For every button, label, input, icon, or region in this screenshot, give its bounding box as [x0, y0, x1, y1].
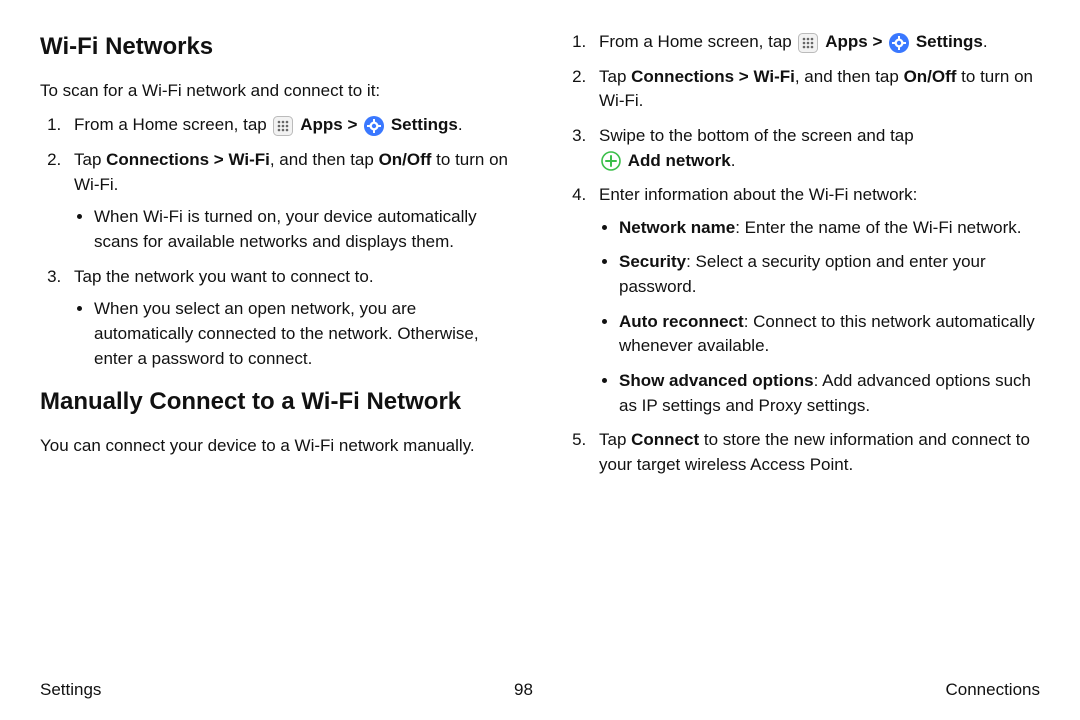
step-3: Swipe to the bottom of the screen and ta… — [591, 124, 1040, 173]
apps-icon — [273, 116, 293, 136]
bullet: Security: Select a security option and e… — [619, 250, 1040, 299]
add-icon — [601, 151, 621, 171]
text: . — [458, 115, 463, 134]
text: Tap — [74, 150, 106, 169]
text: . — [731, 151, 736, 170]
step-1: From a Home screen, tap Apps > Settings. — [66, 113, 515, 138]
left-column: Wi-Fi Networks To scan for a Wi-Fi netwo… — [40, 30, 515, 670]
heading-wifi-networks: Wi-Fi Networks — [40, 30, 515, 65]
apps-label: Apps — [825, 32, 868, 51]
step-5: Tap Connect to store the new information… — [591, 428, 1040, 477]
right-column: From a Home screen, tap Apps > Settings.… — [565, 30, 1040, 670]
separator: > — [872, 32, 887, 51]
bullet: Auto reconnect: Connect to this network … — [619, 310, 1040, 359]
text: Show advanced options — [619, 371, 814, 390]
text: Enter information about the Wi-Fi networ… — [599, 185, 917, 204]
text: Tap the network you want to connect to. — [74, 267, 374, 286]
steps-list: From a Home screen, tap Apps > Settings.… — [40, 113, 515, 371]
intro-text-2: You can connect your device to a Wi-Fi n… — [40, 434, 515, 459]
footer-left: Settings — [40, 680, 101, 700]
text: : Enter the name of the Wi-Fi network. — [735, 218, 1021, 237]
step-1: From a Home screen, tap Apps > Settings. — [591, 30, 1040, 55]
text: , and then tap — [795, 67, 904, 86]
footer: Settings 98 Connections — [40, 670, 1040, 700]
page-number: 98 — [514, 680, 533, 700]
text: Connections > Wi-Fi — [631, 67, 795, 86]
text: Security — [619, 252, 686, 271]
bullet: Network name: Enter the name of the Wi-F… — [619, 216, 1040, 241]
intro-text: To scan for a Wi-Fi network and connect … — [40, 79, 515, 104]
heading-manual-connect: Manually Connect to a Wi-Fi Network — [40, 385, 515, 420]
settings-label: Settings — [391, 115, 458, 134]
step-3: Tap the network you want to connect to. … — [66, 265, 515, 372]
text: Tap — [599, 67, 631, 86]
text: Auto reconnect — [619, 312, 744, 331]
steps-list-2: From a Home screen, tap Apps > Settings.… — [565, 30, 1040, 478]
text: From a Home screen, tap — [74, 115, 271, 134]
separator: > — [347, 115, 362, 134]
text: Connect — [631, 430, 699, 449]
bullet: When Wi-Fi is turned on, your device aut… — [94, 205, 515, 254]
step-4: Enter information about the Wi-Fi networ… — [591, 183, 1040, 418]
text: . — [983, 32, 988, 51]
text: Connections > Wi-Fi — [106, 150, 270, 169]
footer-right: Connections — [945, 680, 1040, 700]
bullet: Show advanced options: Add advanced opti… — [619, 369, 1040, 418]
settings-label: Settings — [916, 32, 983, 51]
bullet: When you select an open network, you are… — [94, 297, 515, 371]
step-2: Tap Connections > Wi-Fi, and then tap On… — [591, 65, 1040, 114]
settings-icon — [364, 116, 384, 136]
apps-label: Apps — [300, 115, 343, 134]
text: On/Off — [904, 67, 957, 86]
text: On/Off — [379, 150, 432, 169]
step-2: Tap Connections > Wi-Fi, and then tap On… — [66, 148, 515, 255]
text: Swipe to the bottom of the screen and ta… — [599, 126, 914, 145]
apps-icon — [798, 33, 818, 53]
settings-icon — [889, 33, 909, 53]
text: Tap — [599, 430, 631, 449]
text: From a Home screen, tap — [599, 32, 796, 51]
text: , and then tap — [270, 150, 379, 169]
add-network-label: Add network — [628, 151, 731, 170]
text: Network name — [619, 218, 735, 237]
